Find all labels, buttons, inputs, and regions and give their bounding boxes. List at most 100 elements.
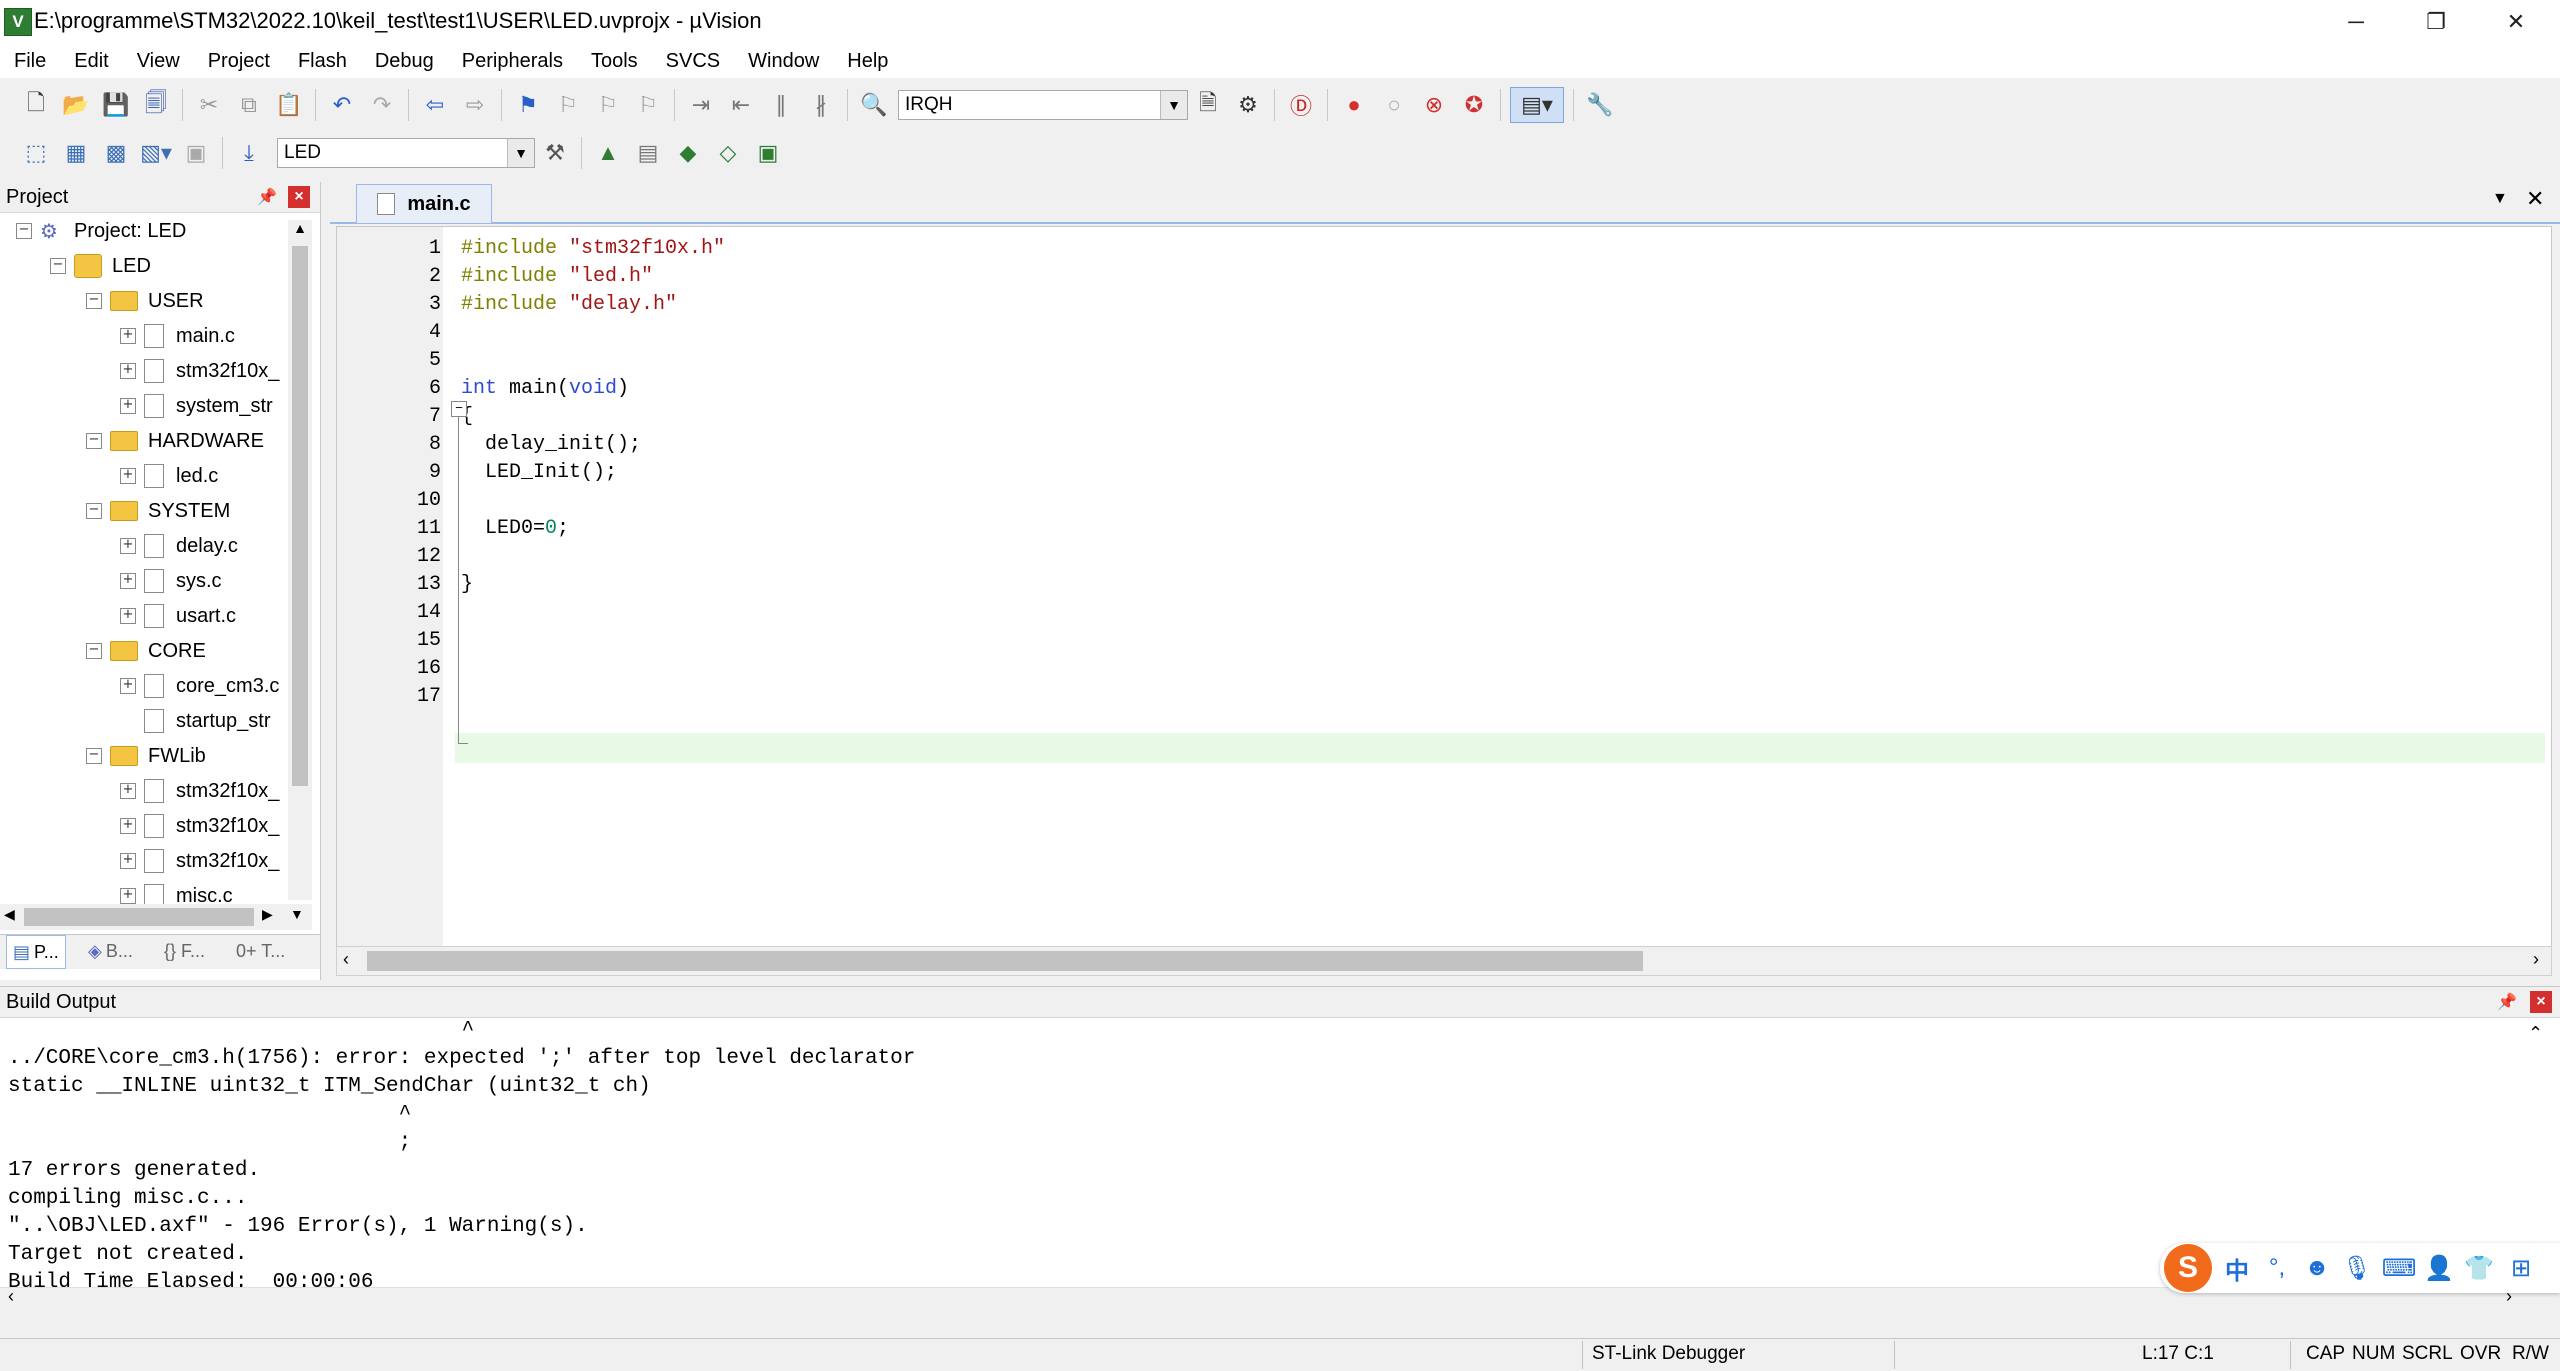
manage-multi-project-icon[interactable]: ▤	[631, 136, 665, 170]
scroll-right-icon[interactable]: ▶	[262, 906, 273, 923]
tab-functions[interactable]: {} F...	[158, 935, 211, 967]
close-panel-button[interactable]: ×	[288, 186, 310, 208]
sogou-logo-icon[interactable]: S	[2164, 1244, 2212, 1292]
indent-icon[interactable]: ⇥	[684, 88, 718, 122]
disable-breakpoints-icon[interactable]: ⊗	[1417, 88, 1451, 122]
enable-breakpoint-icon[interactable]: ○	[1377, 88, 1411, 122]
save-icon[interactable]: 💾	[99, 88, 133, 122]
scroll-left-icon[interactable]: ‹	[343, 949, 349, 970]
pin-icon[interactable]: 📌	[256, 186, 278, 208]
scroll-thumb[interactable]	[292, 246, 308, 786]
menu-debug[interactable]: Debug	[361, 50, 448, 73]
menu-peripherals[interactable]: Peripherals	[448, 50, 577, 73]
target-select[interactable]: LED ▼	[277, 138, 535, 168]
tree-group-core[interactable]: − CORE	[86, 634, 206, 668]
tree-group-fwlib[interactable]: − FWLib	[86, 739, 206, 773]
code-line[interactable]: 8 delay_init();	[337, 433, 2551, 461]
clear-bookmarks-icon[interactable]: ⚐	[631, 88, 665, 122]
code-line[interactable]: 15	[337, 629, 2551, 657]
tree-file[interactable]: + core_cm3.c	[120, 669, 279, 703]
tree-file[interactable]: + stm32f10x_	[120, 354, 279, 388]
expand-icon[interactable]: +	[120, 538, 136, 554]
tree-file[interactable]: + stm32f10x_	[120, 844, 279, 878]
chevron-down-icon[interactable]: ▼	[1160, 91, 1187, 119]
copy-icon[interactable]: ⧉	[232, 88, 266, 122]
chevron-down-icon[interactable]: ▼	[507, 139, 534, 167]
scroll-down-icon[interactable]: ▼	[290, 906, 304, 922]
pack-installer-icon[interactable]: ▣	[751, 136, 785, 170]
collapse-icon[interactable]: −	[86, 503, 102, 519]
code-line[interactable]: 1 #include "stm32f10x.h"	[337, 237, 2551, 265]
uncomment-icon[interactable]: ∦	[804, 88, 838, 122]
collapse-icon[interactable]: −	[86, 433, 102, 449]
menu-tools[interactable]: Tools	[577, 50, 652, 73]
menu-help[interactable]: Help	[833, 50, 902, 73]
collapse-icon[interactable]: −	[86, 293, 102, 309]
minimize-button[interactable]: ─	[2316, 0, 2396, 44]
navigate-back-icon[interactable]: ⇦	[418, 88, 452, 122]
stop-build-icon[interactable]: ▣	[179, 136, 213, 170]
pin-icon[interactable]: 📌	[2496, 991, 2518, 1013]
manage-runtime-icon[interactable]: ◆	[671, 136, 705, 170]
close-panel-button[interactable]: ×	[2530, 991, 2552, 1013]
menu-view[interactable]: View	[123, 50, 194, 73]
expand-icon[interactable]: +	[120, 363, 136, 379]
close-tab-icon[interactable]: ✕	[2526, 186, 2544, 212]
expand-icon[interactable]: +	[120, 398, 136, 414]
target-options-icon[interactable]: ⚒	[538, 136, 572, 170]
code-line[interactable]: 5	[337, 349, 2551, 377]
emoji-icon[interactable]: ☻	[2300, 1251, 2334, 1285]
tree-file[interactable]: + system_str	[120, 389, 273, 423]
tree-file[interactable]: + stm32f10x_	[120, 774, 279, 808]
open-file-icon[interactable]: 📂	[59, 88, 93, 122]
tree-group-system[interactable]: − SYSTEM	[86, 494, 230, 528]
redo-icon[interactable]: ↷	[365, 88, 399, 122]
bookmark-icon[interactable]: ⚑	[511, 88, 545, 122]
start-debug-icon[interactable]: Ⓓ	[1284, 88, 1318, 122]
incremental-find-icon[interactable]: 🗎	[1191, 88, 1225, 122]
expand-icon[interactable]: +	[120, 678, 136, 694]
expand-icon[interactable]: +	[120, 783, 136, 799]
tree-target[interactable]: − LED	[50, 249, 151, 283]
tab-templates[interactable]: 0+ T...	[230, 935, 291, 967]
rebuild-icon[interactable]: ▩	[99, 136, 133, 170]
tree-group-hardware[interactable]: − HARDWARE	[86, 424, 264, 458]
expand-icon[interactable]: +	[120, 608, 136, 624]
code-line[interactable]: 2 #include "led.h"	[337, 265, 2551, 293]
build-output-text[interactable]: ^ ../CORE\core_cm3.h(1756): error: expect…	[0, 1019, 2520, 1287]
scroll-up-icon[interactable]: ▲	[292, 220, 308, 242]
collapse-icon[interactable]: −	[86, 643, 102, 659]
code-line[interactable]: 10	[337, 489, 2551, 517]
skin-icon[interactable]: 👕	[2462, 1251, 2496, 1285]
tree-file[interactable]: + delay.c	[120, 529, 238, 563]
code-line[interactable]: 12	[337, 545, 2551, 573]
tree-file[interactable]: startup_str	[144, 704, 270, 738]
editor-hscrollbar[interactable]: ‹ ›	[336, 946, 2552, 976]
tree-group-user[interactable]: − USER	[86, 284, 204, 318]
find-combo[interactable]: IRQH ▼	[898, 90, 1188, 120]
find-in-files-icon[interactable]: 🔍	[857, 88, 891, 122]
code-line[interactable]: 16	[337, 657, 2551, 685]
code-line[interactable]: 3 #include "delay.h"	[337, 293, 2551, 321]
paste-icon[interactable]: 📋	[272, 88, 306, 122]
load-download-icon[interactable]: ⤓	[232, 136, 266, 170]
collapse-icon[interactable]: −	[50, 258, 66, 274]
restore-button[interactable]: ❐	[2396, 0, 2476, 44]
menu-window[interactable]: Window	[734, 50, 833, 73]
insert-breakpoint-icon[interactable]: ●	[1337, 88, 1371, 122]
menu-flash[interactable]: Flash	[284, 50, 361, 73]
close-button[interactable]: ✕	[2476, 0, 2556, 44]
tree-file[interactable]: + usart.c	[120, 599, 236, 633]
unindent-icon[interactable]: ⇤	[724, 88, 758, 122]
tree-file[interactable]: + led.c	[120, 459, 218, 493]
code-line[interactable]: 9 LED_Init();	[337, 461, 2551, 489]
expand-icon[interactable]: +	[120, 888, 136, 904]
tree-hscrollbar[interactable]: ◀ ▶ ▼	[0, 904, 312, 930]
tree-project-root[interactable]: − ⚙ Project: LED	[16, 214, 186, 248]
scroll-thumb[interactable]	[367, 951, 1643, 971]
code-line[interactable]: 13}	[337, 573, 2551, 601]
expand-icon[interactable]: +	[120, 328, 136, 344]
expand-icon[interactable]: +	[120, 468, 136, 484]
expand-icon[interactable]: +	[120, 853, 136, 869]
ime-chinese-mode[interactable]: 中	[2220, 1251, 2254, 1285]
